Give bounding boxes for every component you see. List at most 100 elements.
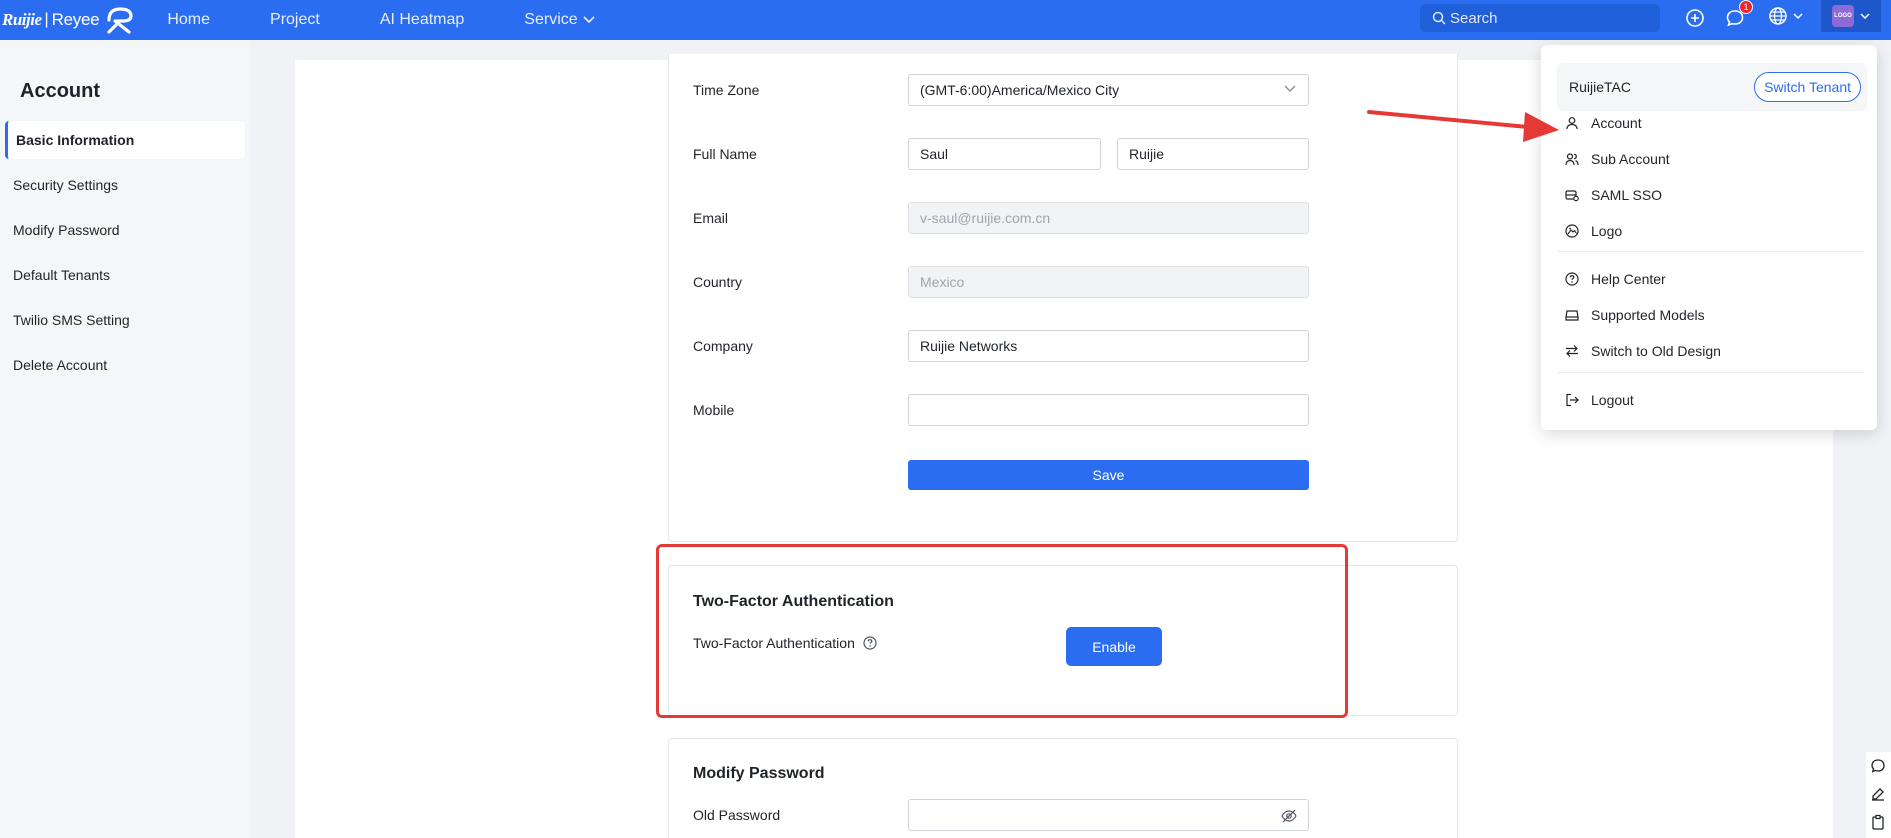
old-password-input[interactable] (920, 807, 1297, 823)
messages-button[interactable]: 1 (1723, 0, 1753, 30)
main-nav: Home Project AI Heatmap Service (167, 0, 654, 40)
help-icon[interactable] (863, 636, 877, 650)
menu-item-label: Logout (1591, 392, 1634, 408)
annotation-arrow-icon (1367, 110, 1559, 142)
floating-tools-strip (1866, 752, 1891, 838)
menu-item-account[interactable]: Account (1565, 115, 1642, 131)
nav-home-label: Home (167, 11, 211, 28)
models-icon (1565, 310, 1579, 321)
clipboard-icon[interactable] (1870, 814, 1886, 830)
user-menu-trigger[interactable]: LOGO (1821, 0, 1881, 32)
chevron-down-icon (1793, 12, 1803, 19)
search-box[interactable] (1420, 4, 1660, 32)
users-icon (1565, 153, 1579, 166)
email-field: v-saul@ruijie.com.cn (908, 202, 1309, 234)
mobile-field[interactable] (908, 394, 1309, 426)
sidebar: Account Basic Information Security Setti… (0, 40, 250, 838)
menu-item-switch-old-design[interactable]: Switch to Old Design (1565, 343, 1721, 359)
country-field: Mexico (908, 266, 1309, 298)
sidebar-item-modify-password[interactable]: Modify Password (13, 222, 120, 238)
globe-icon (1769, 7, 1787, 25)
menu-item-label: Logo (1591, 223, 1623, 239)
nav-ai-heatmap[interactable]: AI Heatmap (380, 11, 464, 29)
feedback-icon[interactable] (1870, 786, 1886, 802)
menu-item-saml-sso[interactable]: SAML SSO (1565, 187, 1662, 203)
sidebar-item-delete-account[interactable]: Delete Account (13, 357, 107, 373)
company-label: Company (693, 338, 753, 354)
tenant-row: RuijieTAC Switch Tenant (1557, 63, 1867, 111)
help-icon (1565, 272, 1579, 286)
menu-item-logout[interactable]: Logout (1565, 392, 1634, 408)
brand-logo[interactable]: Ruijie | Reyee (0, 0, 135, 40)
first-name-input[interactable] (920, 146, 1089, 162)
chat-icon[interactable] (1870, 758, 1886, 774)
company-input[interactable] (920, 338, 1297, 354)
country-value: Mexico (920, 274, 965, 290)
mobile-input[interactable] (920, 402, 1297, 418)
avatar: LOGO (1832, 5, 1854, 27)
full-name-label: Full Name (693, 146, 757, 162)
brand-reyee-text: Reyee (51, 10, 100, 29)
old-password-field[interactable] (908, 799, 1309, 831)
sidebar-item-basic-information[interactable]: Basic Information (5, 121, 245, 159)
time-zone-select[interactable]: (GMT-6:00)America/Mexico City (908, 74, 1309, 106)
company-field[interactable] (908, 330, 1309, 362)
time-zone-label: Time Zone (693, 82, 760, 98)
brand-ruijie-text: Ruijie (2, 10, 42, 29)
chevron-down-icon (1284, 85, 1296, 92)
last-name-field[interactable] (1117, 138, 1309, 170)
menu-divider (1557, 251, 1863, 252)
menu-item-label: Help Center (1591, 271, 1666, 287)
sidebar-item-twilio-sms-setting[interactable]: Twilio SMS Setting (13, 312, 130, 328)
menu-item-sub-account[interactable]: Sub Account (1565, 151, 1670, 167)
nav-ai-heatmap-label: AI Heatmap (379, 11, 465, 28)
menu-item-supported-models[interactable]: Supported Models (1565, 307, 1705, 323)
nav-project-label: Project (270, 11, 320, 28)
sso-icon (1565, 190, 1579, 202)
brand-separator: | (44, 11, 49, 28)
first-name-field[interactable] (908, 138, 1101, 170)
sidebar-item-default-tenants[interactable]: Default Tenants (13, 267, 110, 283)
time-zone-value: (GMT-6:00)America/Mexico City (920, 82, 1120, 98)
nav-service-label: Service (524, 11, 578, 28)
email-value: v-saul@ruijie.com.cn (920, 210, 1051, 226)
search-input[interactable] (1450, 9, 1650, 27)
logout-icon (1566, 393, 1579, 407)
enable-2fa-button[interactable]: Enable (1066, 627, 1162, 666)
two-factor-row-label: Two-Factor Authentication (693, 635, 877, 651)
two-factor-title: Two-Factor Authentication (693, 593, 894, 610)
menu-item-logo[interactable]: Logo (1565, 223, 1622, 239)
nav-service[interactable]: Service (524, 11, 595, 29)
sidebar-item-security-settings[interactable]: Security Settings (13, 177, 118, 193)
top-navigation-bar: Ruijie | Reyee Home Project AI Heatmap S… (0, 0, 1891, 40)
last-name-input[interactable] (1129, 146, 1297, 162)
search-icon (1432, 11, 1446, 25)
country-label: Country (693, 274, 743, 290)
logo-icon (1565, 224, 1579, 238)
plus-circle-icon (1686, 9, 1704, 27)
menu-item-help-center[interactable]: Help Center (1565, 271, 1666, 287)
mobile-label: Mobile (693, 402, 735, 418)
modify-password-title: Modify Password (693, 765, 825, 782)
sidebar-title: Account (20, 80, 100, 102)
save-button[interactable]: Save (908, 460, 1309, 490)
language-selector[interactable] (1768, 6, 1803, 26)
user-dropdown-menu: RuijieTAC Switch Tenant Account Sub Acco… (1541, 45, 1877, 430)
chevron-down-icon (1860, 12, 1870, 19)
menu-item-label: Sub Account (1591, 151, 1670, 167)
reyee-logo-icon (107, 7, 133, 34)
switch-tenant-button[interactable]: Switch Tenant (1754, 72, 1861, 102)
chevron-down-icon (583, 16, 595, 24)
tenant-name: RuijieTAC (1569, 79, 1631, 95)
email-label: Email (693, 210, 729, 226)
notification-badge: 1 (1739, 0, 1753, 14)
sidebar-item-label: Basic Information (16, 132, 135, 148)
menu-divider (1557, 372, 1863, 373)
eye-off-icon[interactable] (1281, 809, 1297, 823)
two-factor-label: Two-Factor Authentication (693, 635, 855, 651)
menu-item-label: Account (1591, 115, 1642, 131)
nav-home[interactable]: Home (167, 11, 210, 29)
old-password-label: Old Password (693, 807, 781, 823)
nav-project[interactable]: Project (270, 11, 320, 29)
add-button[interactable] (1683, 6, 1707, 30)
